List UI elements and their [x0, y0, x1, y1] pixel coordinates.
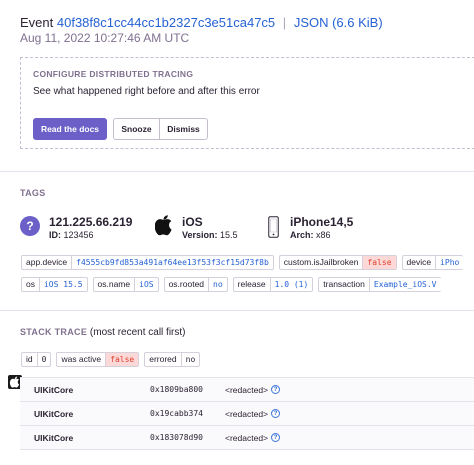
meta-pill: was active false — [56, 352, 140, 367]
stack-frames: UIKitCore 0x1809ba800 <redacted> ? UIKit… — [20, 377, 474, 450]
frame-package: UIKitCore — [34, 432, 74, 443]
dismiss-button[interactable]: Dismiss — [160, 118, 208, 140]
user-id-label: ID: — [49, 230, 61, 240]
tag-key: release — [234, 278, 271, 291]
tag-key: os.name — [94, 278, 136, 291]
stack-trace-title: STACK TRACE — [20, 327, 88, 337]
tag-value[interactable]: Example_iOS.V — [370, 278, 441, 291]
tag-pill[interactable]: device iPho — [401, 255, 464, 270]
frame-function-name: <redacted> — [225, 408, 269, 419]
tags-row-1: app.device f4555cb9fd853a491af64ee13f53f… — [21, 255, 464, 270]
event-header: Event 40f38f8c1cc44cc1b2327c3e51ca47c5 |… — [20, 15, 383, 30]
frame-function: <redacted> ? — [225, 384, 281, 395]
tag-value[interactable]: iOS — [135, 278, 157, 291]
tag-key: os — [22, 278, 40, 291]
device-arch-value: x86 — [316, 230, 331, 240]
tag-pill[interactable]: custom.isJailbroken false — [278, 255, 397, 270]
os-version: Version: 15.5 — [182, 230, 238, 240]
phone-icon — [268, 216, 279, 238]
meta-key: was active — [57, 353, 107, 366]
meta-value: 0 — [41, 355, 47, 364]
tag-value[interactable]: iPho — [436, 256, 463, 269]
tag-value[interactable]: f4555cb9fd853a491af64ee13f53f3cf15d73f8b — [72, 256, 273, 269]
tag-key: device — [403, 256, 437, 269]
user-ip: 121.225.66.219 — [49, 215, 133, 229]
stack-frame[interactable]: UIKitCore 0x19cabb374 <redacted> ? — [20, 402, 474, 426]
frame-function-name: <redacted> — [225, 432, 269, 443]
tags-title: TAGS — [20, 188, 46, 198]
json-link[interactable]: JSON (6.6 KiB) — [294, 15, 383, 30]
frame-package: UIKitCore — [34, 384, 74, 395]
user-id-value: 123456 — [63, 230, 94, 240]
read-docs-button[interactable]: Read the docs — [33, 118, 107, 140]
question-icon[interactable]: ? — [271, 433, 281, 442]
tag-value[interactable]: no — [209, 278, 227, 291]
tag-key: os.rooted — [165, 278, 210, 291]
tracing-description: See what happened right before and after… — [33, 86, 260, 97]
tracing-title: CONFIGURE DISTRIBUTED TRACING — [33, 69, 194, 79]
thread-meta-row: id 0 was active false errored no — [21, 352, 201, 367]
event-id-link[interactable]: 40f38f8c1cc44cc1b2327c3e51ca47c5 — [57, 15, 275, 30]
frame-package: UIKitCore — [34, 408, 74, 419]
stack-frame[interactable]: UIKitCore 0x183078d90 <redacted> ? — [20, 426, 474, 450]
meta-pill: errored no — [144, 352, 201, 367]
section-divider — [0, 310, 474, 311]
tag-pill[interactable]: release 1.0 (1) — [232, 277, 314, 292]
tag-key: transaction — [319, 278, 370, 291]
tag-key: custom.isJailbroken — [280, 256, 364, 269]
tag-value[interactable]: iOS 15.5 — [40, 278, 87, 291]
tag-value[interactable]: 1.0 (1) — [271, 278, 313, 291]
tag-pill[interactable]: os.rooted no — [163, 277, 228, 292]
snooze-button[interactable]: Snooze — [113, 118, 160, 140]
question-icon[interactable]: ? — [271, 385, 281, 394]
stack-frame[interactable]: UIKitCore 0x1809ba800 <redacted> ? — [20, 378, 474, 402]
tags-row-2: os iOS 15.5 os.name iOS os.rooted no rel… — [21, 277, 441, 292]
stack-trace-subtitle: (most recent call first) — [89, 327, 186, 338]
meta-pill: id 0 — [21, 352, 52, 367]
header-separator: | — [282, 15, 287, 30]
section-divider — [0, 171, 474, 172]
tag-pill[interactable]: os iOS 15.5 — [21, 277, 88, 292]
os-version-value: 15.5 — [220, 230, 238, 240]
tracing-actions: Read the docs Snooze Dismiss — [33, 118, 208, 140]
device-arch-label: Arch: — [290, 230, 314, 240]
device-arch: Arch: x86 — [290, 230, 331, 240]
frame-address: 0x1809ba800 — [150, 385, 203, 394]
os-version-label: Version: — [182, 230, 218, 240]
tag-pill[interactable]: app.device f4555cb9fd853a491af64ee13f53f… — [21, 255, 274, 270]
meta-key: errored — [145, 353, 182, 366]
tag-key: app.device — [22, 256, 73, 269]
user-icon: ? — [20, 216, 40, 236]
tag-pill[interactable]: os.name iOS — [92, 277, 159, 292]
event-label: Event — [20, 15, 54, 30]
meta-value: no — [185, 355, 196, 364]
frame-function: <redacted> ? — [225, 432, 281, 443]
frame-address: 0x19cabb374 — [150, 409, 203, 418]
tag-value[interactable]: false — [363, 256, 396, 269]
meta-value: false — [106, 353, 139, 366]
tag-pill[interactable]: transaction Example_iOS.V — [318, 277, 441, 292]
distributed-tracing-card: CONFIGURE DISTRIBUTED TRACING See what h… — [20, 57, 474, 149]
user-id: ID: 123456 — [49, 230, 94, 240]
event-timestamp: Aug 11, 2022 10:27:46 AM UTC — [20, 31, 190, 45]
meta-key: id — [22, 353, 38, 366]
device-name: iPhone14,5 — [290, 215, 354, 229]
frame-function: <redacted> ? — [225, 408, 281, 419]
os-name: iOS — [182, 215, 203, 229]
question-icon[interactable]: ? — [271, 409, 281, 418]
frame-function-name: <redacted> — [225, 384, 269, 395]
apple-icon — [155, 215, 172, 236]
stack-trace-heading: STACK TRACE (most recent call first) — [20, 327, 186, 338]
frame-address: 0x183078d90 — [150, 433, 203, 442]
